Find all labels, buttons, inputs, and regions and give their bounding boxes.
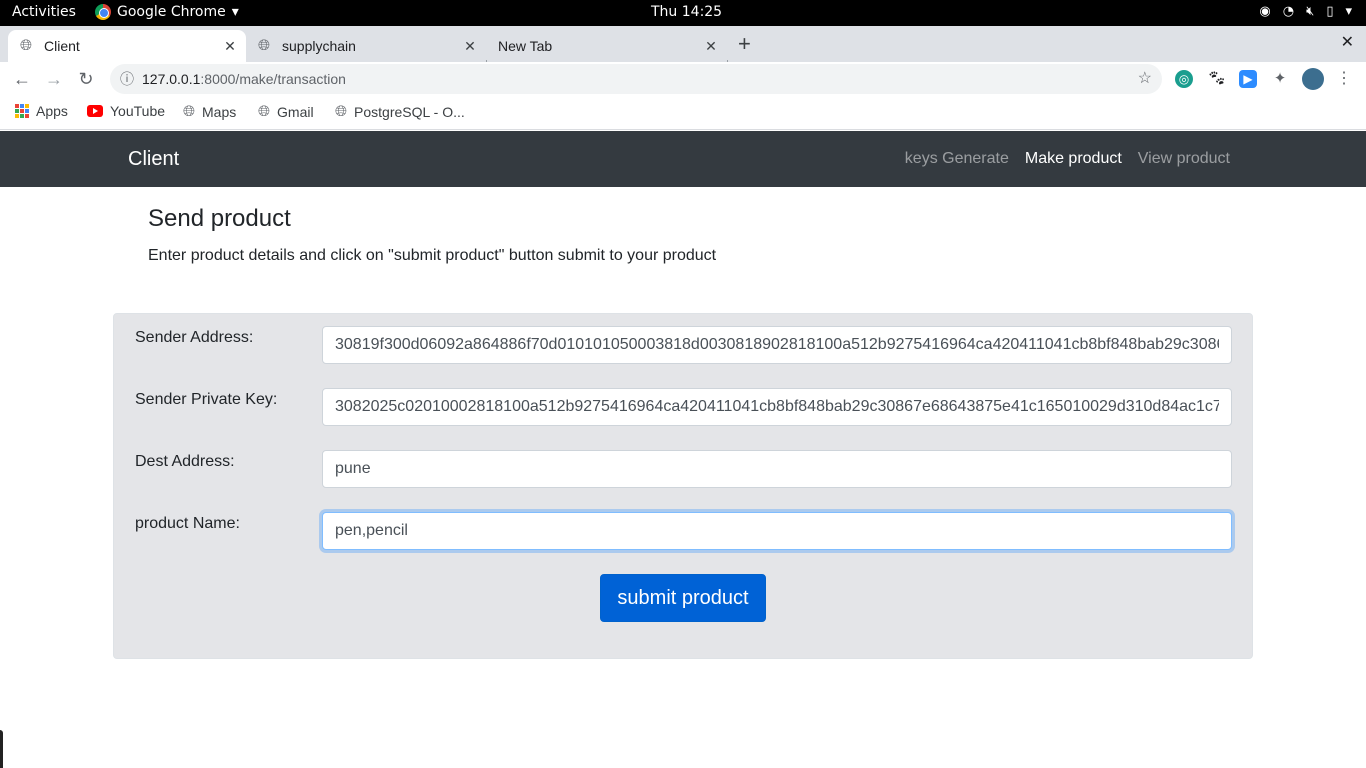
star-icon[interactable]: ☆ — [1138, 64, 1152, 94]
tab-strip: 🌐︎ Client ✕ 🌐︎ supplychain ✕ New Tab ✕ — [0, 26, 1366, 80]
tab-new-tab[interactable]: New Tab ✕ — [487, 30, 727, 62]
navbar-links: keys Generate Make product View product — [905, 150, 1230, 168]
bookmark-maps[interactable]: 🌐︎ Maps — [183, 103, 236, 120]
chevron-down-icon: ▾ — [231, 4, 239, 20]
product-name-label: product Name: — [135, 515, 240, 532]
bookmark-youtube[interactable]: YouTube — [87, 103, 165, 119]
navbar-brand[interactable]: Client — [128, 148, 179, 171]
apps-grid-icon — [15, 104, 29, 118]
app-menu[interactable]: Google Chrome ▾ — [95, 4, 239, 20]
system-tray[interactable]: ◉ ◔ 🔇︎ ▯ ▾ — [1259, 4, 1352, 19]
dest-address-label: Dest Address: — [135, 453, 235, 470]
battery-icon: ▯ — [1326, 4, 1334, 19]
volume-muted-icon: 🔇︎ — [1306, 4, 1315, 19]
product-name-input[interactable] — [322, 512, 1232, 550]
window-edge — [0, 730, 3, 768]
bookmark-gmail[interactable]: 🌐︎ Gmail — [258, 103, 314, 120]
url-path: :8000/make/transaction — [200, 71, 346, 87]
window-close-button[interactable]: ✕ — [1341, 32, 1354, 52]
clock[interactable]: Thu 14:25 — [651, 4, 722, 20]
globe-icon: 🌐︎ — [183, 103, 196, 120]
page-title: Send product — [148, 205, 291, 232]
url-host: 127.0.0.1 — [142, 71, 201, 87]
new-tab-button[interactable]: + — [738, 31, 751, 57]
tab-title: New Tab — [498, 38, 553, 54]
gnome-extension-icon[interactable]: 🐾︎ — [1207, 70, 1226, 88]
send-product-form: Sender Address: Sender Private Key: Dest… — [113, 313, 1253, 659]
tab-client[interactable]: 🌐︎ Client ✕ — [8, 30, 246, 62]
close-icon[interactable]: ✕ — [701, 38, 721, 55]
bookmark-label: PostgreSQL - O... — [354, 103, 465, 120]
url-text: 127.0.0.1:8000/make/transaction — [142, 64, 346, 94]
bookmarks-bar: Apps YouTube 🌐︎ Maps 🌐︎ Gmail 🌐︎ Postgre… — [0, 96, 1366, 130]
close-icon[interactable]: ✕ — [460, 38, 480, 55]
site-navbar: Client keys Generate Make product View p… — [0, 131, 1366, 187]
tab-supplychain[interactable]: 🌐︎ supplychain ✕ — [246, 30, 486, 62]
menu-icon[interactable]: ⋮ — [1335, 70, 1353, 88]
close-icon[interactable]: ✕ — [220, 38, 240, 55]
sender-address-input[interactable] — [322, 326, 1232, 364]
nav-view-product[interactable]: View product — [1138, 150, 1230, 168]
reload-button[interactable]: ↻ — [74, 67, 98, 91]
zoom-extension-icon[interactable]: ▶ — [1239, 70, 1257, 88]
nav-make-product[interactable]: Make product — [1025, 150, 1122, 168]
activities-button[interactable]: Activities — [12, 4, 76, 20]
globe-icon: 🌐︎ — [258, 103, 271, 120]
sender-address-label: Sender Address: — [135, 329, 254, 346]
youtube-icon — [87, 105, 103, 117]
record-icon: ◉ — [1259, 4, 1271, 19]
page-instructions: Enter product details and click on "subm… — [148, 247, 717, 264]
tab-title: Client — [44, 38, 80, 54]
wifi-icon: ◔ — [1282, 4, 1295, 19]
chevron-down-icon: ▾ — [1345, 4, 1352, 19]
system-top-bar: Activities Google Chrome ▾ Thu 14:25 ◉ ◔… — [0, 0, 1366, 26]
bookmark-label: YouTube — [110, 103, 166, 119]
globe-icon: 🌐︎ — [258, 37, 271, 54]
puzzle-icon[interactable]: ✦ — [1271, 70, 1289, 88]
address-bar[interactable]: ⓘ 127.0.0.1:8000/make/transaction ☆ — [110, 64, 1162, 94]
back-button[interactable]: ← — [10, 67, 34, 91]
extension-icon[interactable]: ◎ — [1175, 70, 1193, 88]
bookmark-label: Apps — [36, 103, 68, 119]
avatar[interactable] — [1302, 68, 1324, 90]
chrome-icon — [95, 4, 111, 20]
tab-title: supplychain — [282, 38, 356, 54]
globe-icon: 🌐︎ — [335, 103, 348, 120]
sender-private-key-input[interactable] — [322, 388, 1232, 426]
bookmark-label: Maps — [202, 103, 237, 120]
forward-button[interactable]: → — [42, 67, 66, 91]
app-name: Google Chrome — [117, 4, 226, 20]
sender-private-key-label: Sender Private Key: — [135, 391, 278, 408]
nav-keys-generate[interactable]: keys Generate — [905, 150, 1009, 168]
browser-toolbar: ← → ↻ ⓘ 127.0.0.1:8000/make/transaction … — [0, 62, 1366, 96]
submit-product-button[interactable]: submit product — [600, 574, 766, 622]
dest-address-input[interactable] — [322, 450, 1232, 488]
globe-icon: 🌐︎ — [20, 37, 33, 54]
bookmark-apps[interactable]: Apps — [15, 103, 68, 119]
bookmark-label: Gmail — [277, 103, 314, 120]
bookmark-postgresql[interactable]: 🌐︎ PostgreSQL - O... — [335, 103, 465, 120]
info-icon[interactable]: ⓘ — [120, 64, 134, 94]
